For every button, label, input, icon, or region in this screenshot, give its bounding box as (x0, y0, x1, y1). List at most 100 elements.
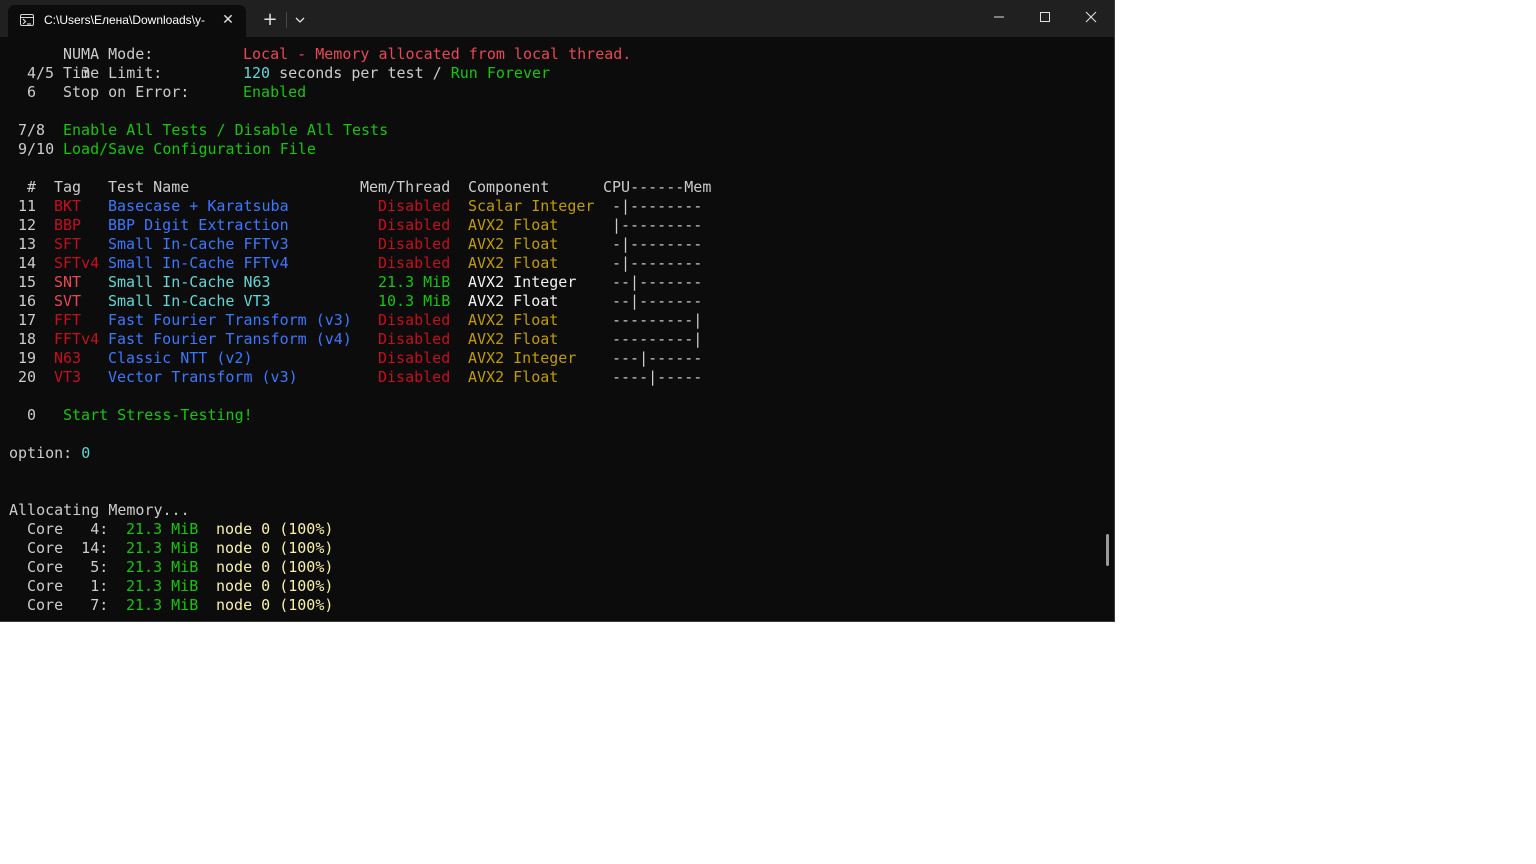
row-num: 19 (18, 349, 37, 367)
run-forever-text: Run Forever (450, 64, 551, 82)
terminal-window: C:\Users\Елена\Downloads\y- ✕ + 3 NUMA M… (0, 0, 1115, 622)
row-test-name: Small In-Cache FFTv3 (108, 235, 289, 253)
row-component: AVX2 Float (468, 235, 559, 253)
config-num: 6 (27, 83, 37, 101)
row-tag: SFTv4 (54, 254, 100, 272)
row-mem: Disabled (378, 311, 451, 329)
row-cpu-mem-bar: ----|----- (612, 368, 703, 386)
row-test-name: Small In-Cache FFTv4 (108, 254, 289, 272)
tab-title: C:\Users\Елена\Downloads\y- (44, 13, 206, 27)
row-cpu-mem-bar: ---------| (612, 330, 703, 348)
core-label: Core 14: (27, 539, 109, 557)
row-num: 18 (18, 330, 37, 348)
row-component: AVX2 Float (468, 368, 559, 386)
row-tag: SNT (54, 273, 82, 291)
row-test-name: Classic NTT (v2) (108, 349, 253, 367)
core-label: Core 4: (27, 520, 109, 538)
row-cpu-mem-bar: --|------- (612, 292, 703, 310)
terminal-icon (20, 14, 34, 26)
start-num: 0 (27, 406, 37, 424)
header-mem: Mem/Thread (360, 178, 451, 196)
option-num: 9/10 (18, 140, 55, 158)
header-cpu-mem: CPU------Mem (603, 178, 712, 196)
core-node: node 0 (100%) (216, 596, 334, 614)
row-cpu-mem-bar: -|-------- (612, 254, 703, 272)
row-num: 15 (18, 273, 37, 291)
row-test-name: Vector Transform (v3) (108, 368, 298, 386)
plus-icon[interactable]: + (259, 9, 281, 31)
time-limit-value: 120 (243, 64, 271, 82)
row-cpu-mem-bar: -|-------- (612, 197, 703, 215)
row-mem: 21.3 MiB (378, 273, 451, 291)
core-mem: 21.3 MiB (126, 558, 199, 576)
close-icon[interactable]: ✕ (218, 10, 238, 30)
option-enable-disable: Enable All Tests / Disable All Tests (63, 121, 389, 139)
row-cpu-mem-bar: --|------- (612, 273, 703, 291)
title-bar[interactable]: C:\Users\Елена\Downloads\y- ✕ + (0, 0, 1114, 37)
option-load-save: Load/Save Configuration File (63, 140, 316, 158)
row-mem: 10.3 MiB (378, 292, 451, 310)
row-test-name: Small In-Cache N63 (108, 273, 271, 291)
row-mem: Disabled (378, 330, 451, 348)
row-tag: N63 (54, 349, 82, 367)
row-num: 20 (18, 368, 37, 386)
row-tag: VT3 (54, 368, 82, 386)
row-num: 17 (18, 311, 37, 329)
row-test-name: BBP Digit Extraction (108, 216, 289, 234)
row-mem: Disabled (378, 197, 451, 215)
minimize-icon[interactable] (976, 0, 1022, 34)
row-test-name: Small In-Cache VT3 (108, 292, 271, 310)
core-label: Core 7: (27, 596, 109, 614)
header-component: Component (468, 178, 550, 196)
row-test-name: Fast Fourier Transform (v3) (108, 311, 352, 329)
core-mem: 21.3 MiB (126, 520, 199, 538)
core-mem: 21.3 MiB (126, 596, 199, 614)
core-node: node 0 (100%) (216, 577, 334, 595)
row-mem: Disabled (378, 216, 451, 234)
row-tag: SVT (54, 292, 82, 310)
row-component: AVX2 Integer (468, 273, 577, 291)
chevron-down-icon[interactable] (290, 10, 310, 30)
row-component: AVX2 Float (468, 311, 559, 329)
config-label: Time Limit: (63, 64, 163, 82)
core-label: Core 1: (27, 577, 109, 595)
tab-divider (286, 12, 287, 28)
row-num: 14 (18, 254, 37, 272)
row-component: AVX2 Float (468, 216, 559, 234)
maximize-icon[interactable] (1022, 0, 1068, 34)
config-value: Local - Memory allocated from local thre… (243, 45, 632, 63)
option-prompt[interactable]: option: 0 (9, 444, 90, 463)
core-node: node 0 (100%) (216, 539, 334, 557)
core-label: Core 5: (27, 558, 109, 576)
row-cpu-mem-bar: ---------| (612, 311, 703, 329)
start-stress-testing: Start Stress-Testing! (63, 406, 253, 424)
config-label: Stop on Error: (63, 83, 190, 101)
prompt-value: 0 (81, 444, 91, 462)
row-num: 11 (18, 197, 37, 215)
config-num: 4/5 (27, 64, 55, 82)
row-mem: Disabled (378, 349, 451, 367)
row-cpu-mem-bar: -|-------- (612, 235, 703, 253)
row-component: AVX2 Float (468, 254, 559, 272)
row-component: AVX2 Float (468, 330, 559, 348)
row-num: 16 (18, 292, 37, 310)
row-tag: SFT (54, 235, 82, 253)
console-output[interactable]: 3 NUMA Mode: Local - Memory allocated fr… (0, 44, 1100, 620)
core-node: node 0 (100%) (216, 520, 334, 538)
row-component: Scalar Integer (468, 197, 595, 215)
time-limit-text: seconds per test / (270, 64, 451, 82)
row-cpu-mem-bar: |--------- (612, 216, 703, 234)
tab-terminal[interactable]: C:\Users\Елена\Downloads\y- ✕ (8, 5, 246, 37)
row-test-name: Fast Fourier Transform (v4) (108, 330, 352, 348)
row-num: 13 (18, 235, 37, 253)
row-mem: Disabled (378, 235, 451, 253)
scrollbar-thumb[interactable] (1106, 534, 1109, 566)
header-num: # (27, 178, 37, 196)
row-mem: Disabled (378, 254, 451, 272)
header-name: Test Name (108, 178, 190, 196)
close-window-icon[interactable] (1068, 0, 1114, 34)
option-num: 7/8 (18, 121, 46, 139)
row-cpu-mem-bar: ---|------ (612, 349, 703, 367)
core-node: node 0 (100%) (216, 558, 334, 576)
row-tag: FFTv4 (54, 330, 100, 348)
